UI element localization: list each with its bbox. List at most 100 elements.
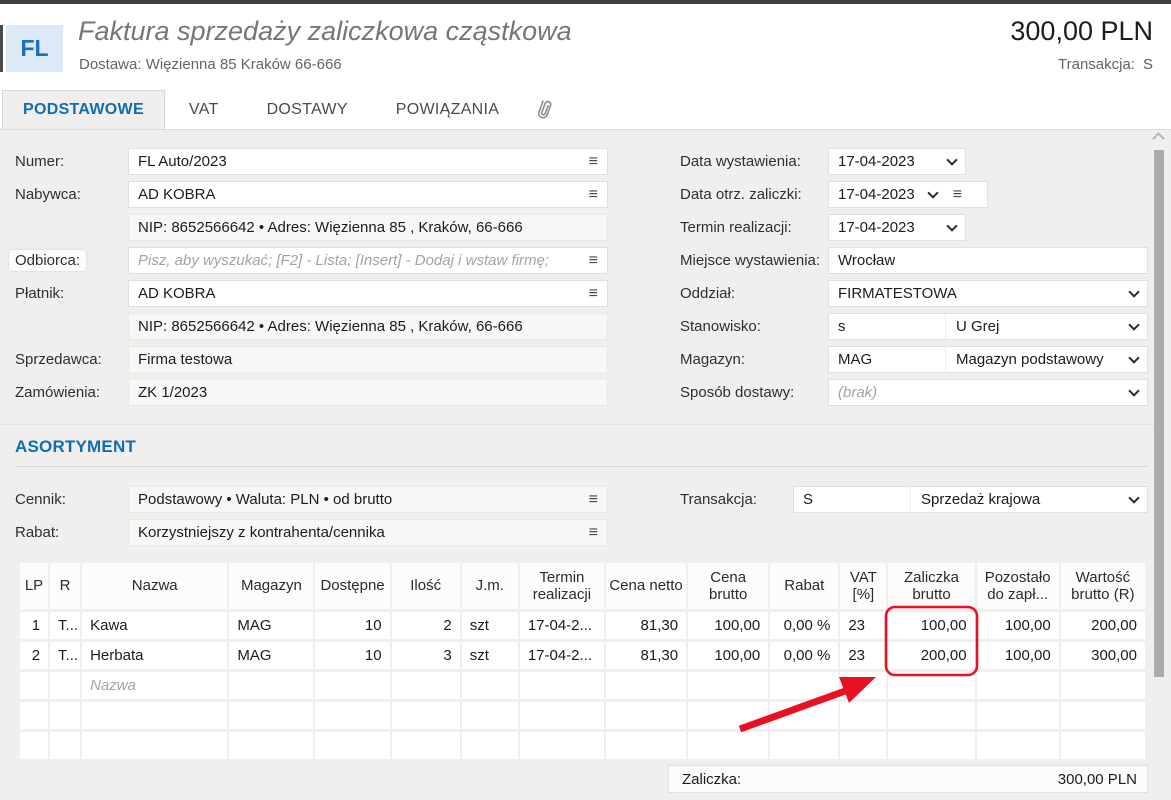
col-header-termin[interactable]: Termin realizacji	[520, 563, 604, 609]
cell-nazwa[interactable]: Herbata	[82, 642, 227, 669]
cell-dostepne[interactable]: 10	[315, 642, 389, 669]
tab-dostawy[interactable]: DOSTAWY	[243, 90, 372, 129]
cell-jm[interactable]: szt	[462, 642, 518, 669]
transaction-summary: Transakcja:S	[1058, 56, 1153, 73]
zamowienia-field[interactable]: ZK 1/2023	[128, 379, 608, 406]
stanowisko-field[interactable]: s U Grej	[828, 313, 1148, 340]
termin-realizacji-chevron-down-icon[interactable]	[946, 220, 957, 231]
oddzial-chevron-down-icon[interactable]	[1128, 286, 1139, 297]
col-header-rabat[interactable]: Rabat	[770, 563, 838, 609]
cell-lp[interactable]: 2	[20, 642, 48, 669]
cell-zaliczka-brutto[interactable]: 200,00	[888, 642, 974, 669]
cennik-field[interactable]: Podstawowy • Waluta: PLN • od brutto ≡	[128, 486, 608, 513]
numer-field[interactable]: FL Auto/2023 ≡	[128, 148, 608, 175]
magazyn-chevron-down-icon[interactable]	[1128, 352, 1139, 363]
cell-rabat[interactable]: 0,00 %	[770, 612, 838, 639]
transakcja-field[interactable]: S Sprzedaż krajowa	[793, 486, 1148, 513]
cell-pozostalo[interactable]: 100,00	[977, 642, 1059, 669]
cell-cena-netto[interactable]: 81,30	[606, 612, 686, 639]
termin-realizacji-field[interactable]: 17-04-2023	[828, 214, 966, 241]
col-header-zaliczka-brutto[interactable]: Zaliczka brutto	[888, 563, 974, 609]
data-otrz-menu-icon[interactable]: ≡	[947, 187, 962, 203]
rabat-field[interactable]: Korzystniejszy z kontrahenta/cennika ≡	[128, 519, 608, 546]
magazyn-field[interactable]: MAG Magazyn podstawowy	[828, 346, 1148, 373]
platnik-info-field: NIP: 8652566642 • Adres: Więzienna 85 , …	[128, 313, 608, 340]
cell-jm[interactable]: szt	[462, 612, 518, 639]
vertical-scrollbar-thumb[interactable]	[1154, 150, 1164, 677]
table-empty-row	[20, 702, 1145, 729]
stanowisko-chevron-down-icon[interactable]	[1128, 319, 1139, 330]
scrollbar-up-icon[interactable]	[1152, 132, 1165, 145]
cell-dostepne[interactable]: 10	[315, 612, 389, 639]
platnik-menu-icon[interactable]: ≡	[583, 286, 598, 302]
cell-wartosc-brutto[interactable]: 300,00	[1061, 642, 1145, 669]
stanowisko-label: Stanowisko:	[680, 318, 828, 335]
rabat-menu-icon[interactable]: ≡	[583, 525, 598, 541]
col-header-pozostalo[interactable]: Pozostało do zapł...	[977, 563, 1059, 609]
nabywca-field[interactable]: AD KOBRA ≡	[128, 181, 608, 208]
table-row: 1 T... Kawa MAG 10 2 szt 17-04-2... 81,3…	[20, 612, 1145, 639]
col-header-jm[interactable]: J.m.	[462, 563, 518, 609]
oddzial-field[interactable]: FIRMATESTOWA	[828, 280, 1148, 307]
miejsce-wystawienia-field[interactable]: Wrocław	[828, 247, 1148, 274]
tab-powiazania[interactable]: POWIĄZANIA	[372, 90, 523, 129]
asortyment-divider	[15, 466, 1148, 467]
cell-ilosc[interactable]: 2	[392, 612, 460, 639]
cell-magazyn[interactable]: MAG	[229, 612, 313, 639]
sposob-dostawy-field[interactable]: (brak)	[828, 379, 1148, 406]
termin-realizacji-value: 17-04-2023	[838, 219, 915, 236]
data-wystawienia-chevron-down-icon[interactable]	[946, 154, 957, 165]
col-header-cena-netto[interactable]: Cena netto	[606, 563, 686, 609]
cell-cena-brutto[interactable]: 100,00	[688, 612, 768, 639]
sprzedawca-field[interactable]: Firma testowa	[128, 346, 608, 373]
cell-lp[interactable]: 1	[20, 612, 48, 639]
data-otrz-label: Data otrz. zaliczki:	[680, 186, 828, 203]
cell-ilosc[interactable]: 3	[392, 642, 460, 669]
data-otrz-chevron-down-icon[interactable]	[927, 187, 938, 198]
transakcja-chevron-down-icon[interactable]	[1128, 492, 1139, 503]
cell-r[interactable]: T...	[50, 612, 80, 639]
platnik-field[interactable]: AD KOBRA ≡	[128, 280, 608, 307]
odbiorca-field[interactable]: Pisz, aby wyszukać; [F2] - Lista; [Inser…	[128, 247, 608, 274]
cennik-menu-icon[interactable]: ≡	[583, 492, 598, 508]
col-header-cena-brutto[interactable]: Cena brutto	[688, 563, 768, 609]
magazyn-label: Magazyn:	[680, 351, 828, 368]
cell-vat[interactable]: 23	[840, 612, 886, 639]
odbiorca-menu-icon[interactable]: ≡	[583, 253, 598, 269]
tab-podstawowe[interactable]: PODSTAWOWE	[2, 90, 165, 129]
cell-zaliczka-brutto[interactable]: 100,00	[888, 612, 974, 639]
transaction-summary-value: S	[1143, 56, 1153, 73]
cell-nazwa[interactable]: Kawa	[82, 612, 227, 639]
col-header-lp[interactable]: LP	[20, 563, 48, 609]
nabywca-info-field: NIP: 8652566642 • Adres: Więzienna 85 , …	[128, 214, 608, 241]
cell-wartosc-brutto[interactable]: 200,00	[1061, 612, 1145, 639]
numer-menu-icon[interactable]: ≡	[583, 154, 598, 170]
col-header-magazyn[interactable]: Magazyn	[229, 563, 313, 609]
col-header-vat[interactable]: VAT [%]	[840, 563, 886, 609]
cell-magazyn[interactable]: MAG	[229, 642, 313, 669]
data-wystawienia-field[interactable]: 17-04-2023	[828, 148, 966, 175]
col-header-wartosc-brutto[interactable]: Wartość brutto (R)	[1061, 563, 1145, 609]
zaliczka-summary-value: 300,00 PLN	[1058, 771, 1147, 788]
rabat-value: Korzystniejszy z kontrahenta/cennika	[138, 524, 385, 541]
cell-cena-netto[interactable]: 81,30	[606, 642, 686, 669]
col-header-dostepne[interactable]: Dostępne	[315, 563, 389, 609]
cell-cena-brutto[interactable]: 100,00	[688, 642, 768, 669]
col-header-nazwa[interactable]: Nazwa	[82, 563, 227, 609]
sposob-dostawy-chevron-down-icon[interactable]	[1128, 385, 1139, 396]
cell-vat[interactable]: 23	[840, 642, 886, 669]
sposob-dostawy-label: Sposób dostawy:	[680, 384, 828, 401]
data-otrz-field[interactable]: 17-04-2023 ≡	[828, 181, 988, 208]
new-item-nazwa-cell[interactable]: Nazwa	[82, 672, 227, 699]
tab-vat[interactable]: VAT	[165, 90, 243, 129]
cell-termin[interactable]: 17-04-2...	[520, 612, 604, 639]
cell-rabat[interactable]: 0,00 %	[770, 642, 838, 669]
col-header-r[interactable]: R	[50, 563, 80, 609]
asortyment-right-column: Transakcja: S Sprzedaż krajowa	[680, 486, 1148, 519]
nabywca-menu-icon[interactable]: ≡	[583, 187, 598, 203]
tab-attachments[interactable]	[523, 90, 565, 129]
cell-r[interactable]: T...	[50, 642, 80, 669]
col-header-ilosc[interactable]: Ilość	[392, 563, 460, 609]
cell-pozostalo[interactable]: 100,00	[977, 612, 1059, 639]
cell-termin[interactable]: 17-04-2...	[520, 642, 604, 669]
